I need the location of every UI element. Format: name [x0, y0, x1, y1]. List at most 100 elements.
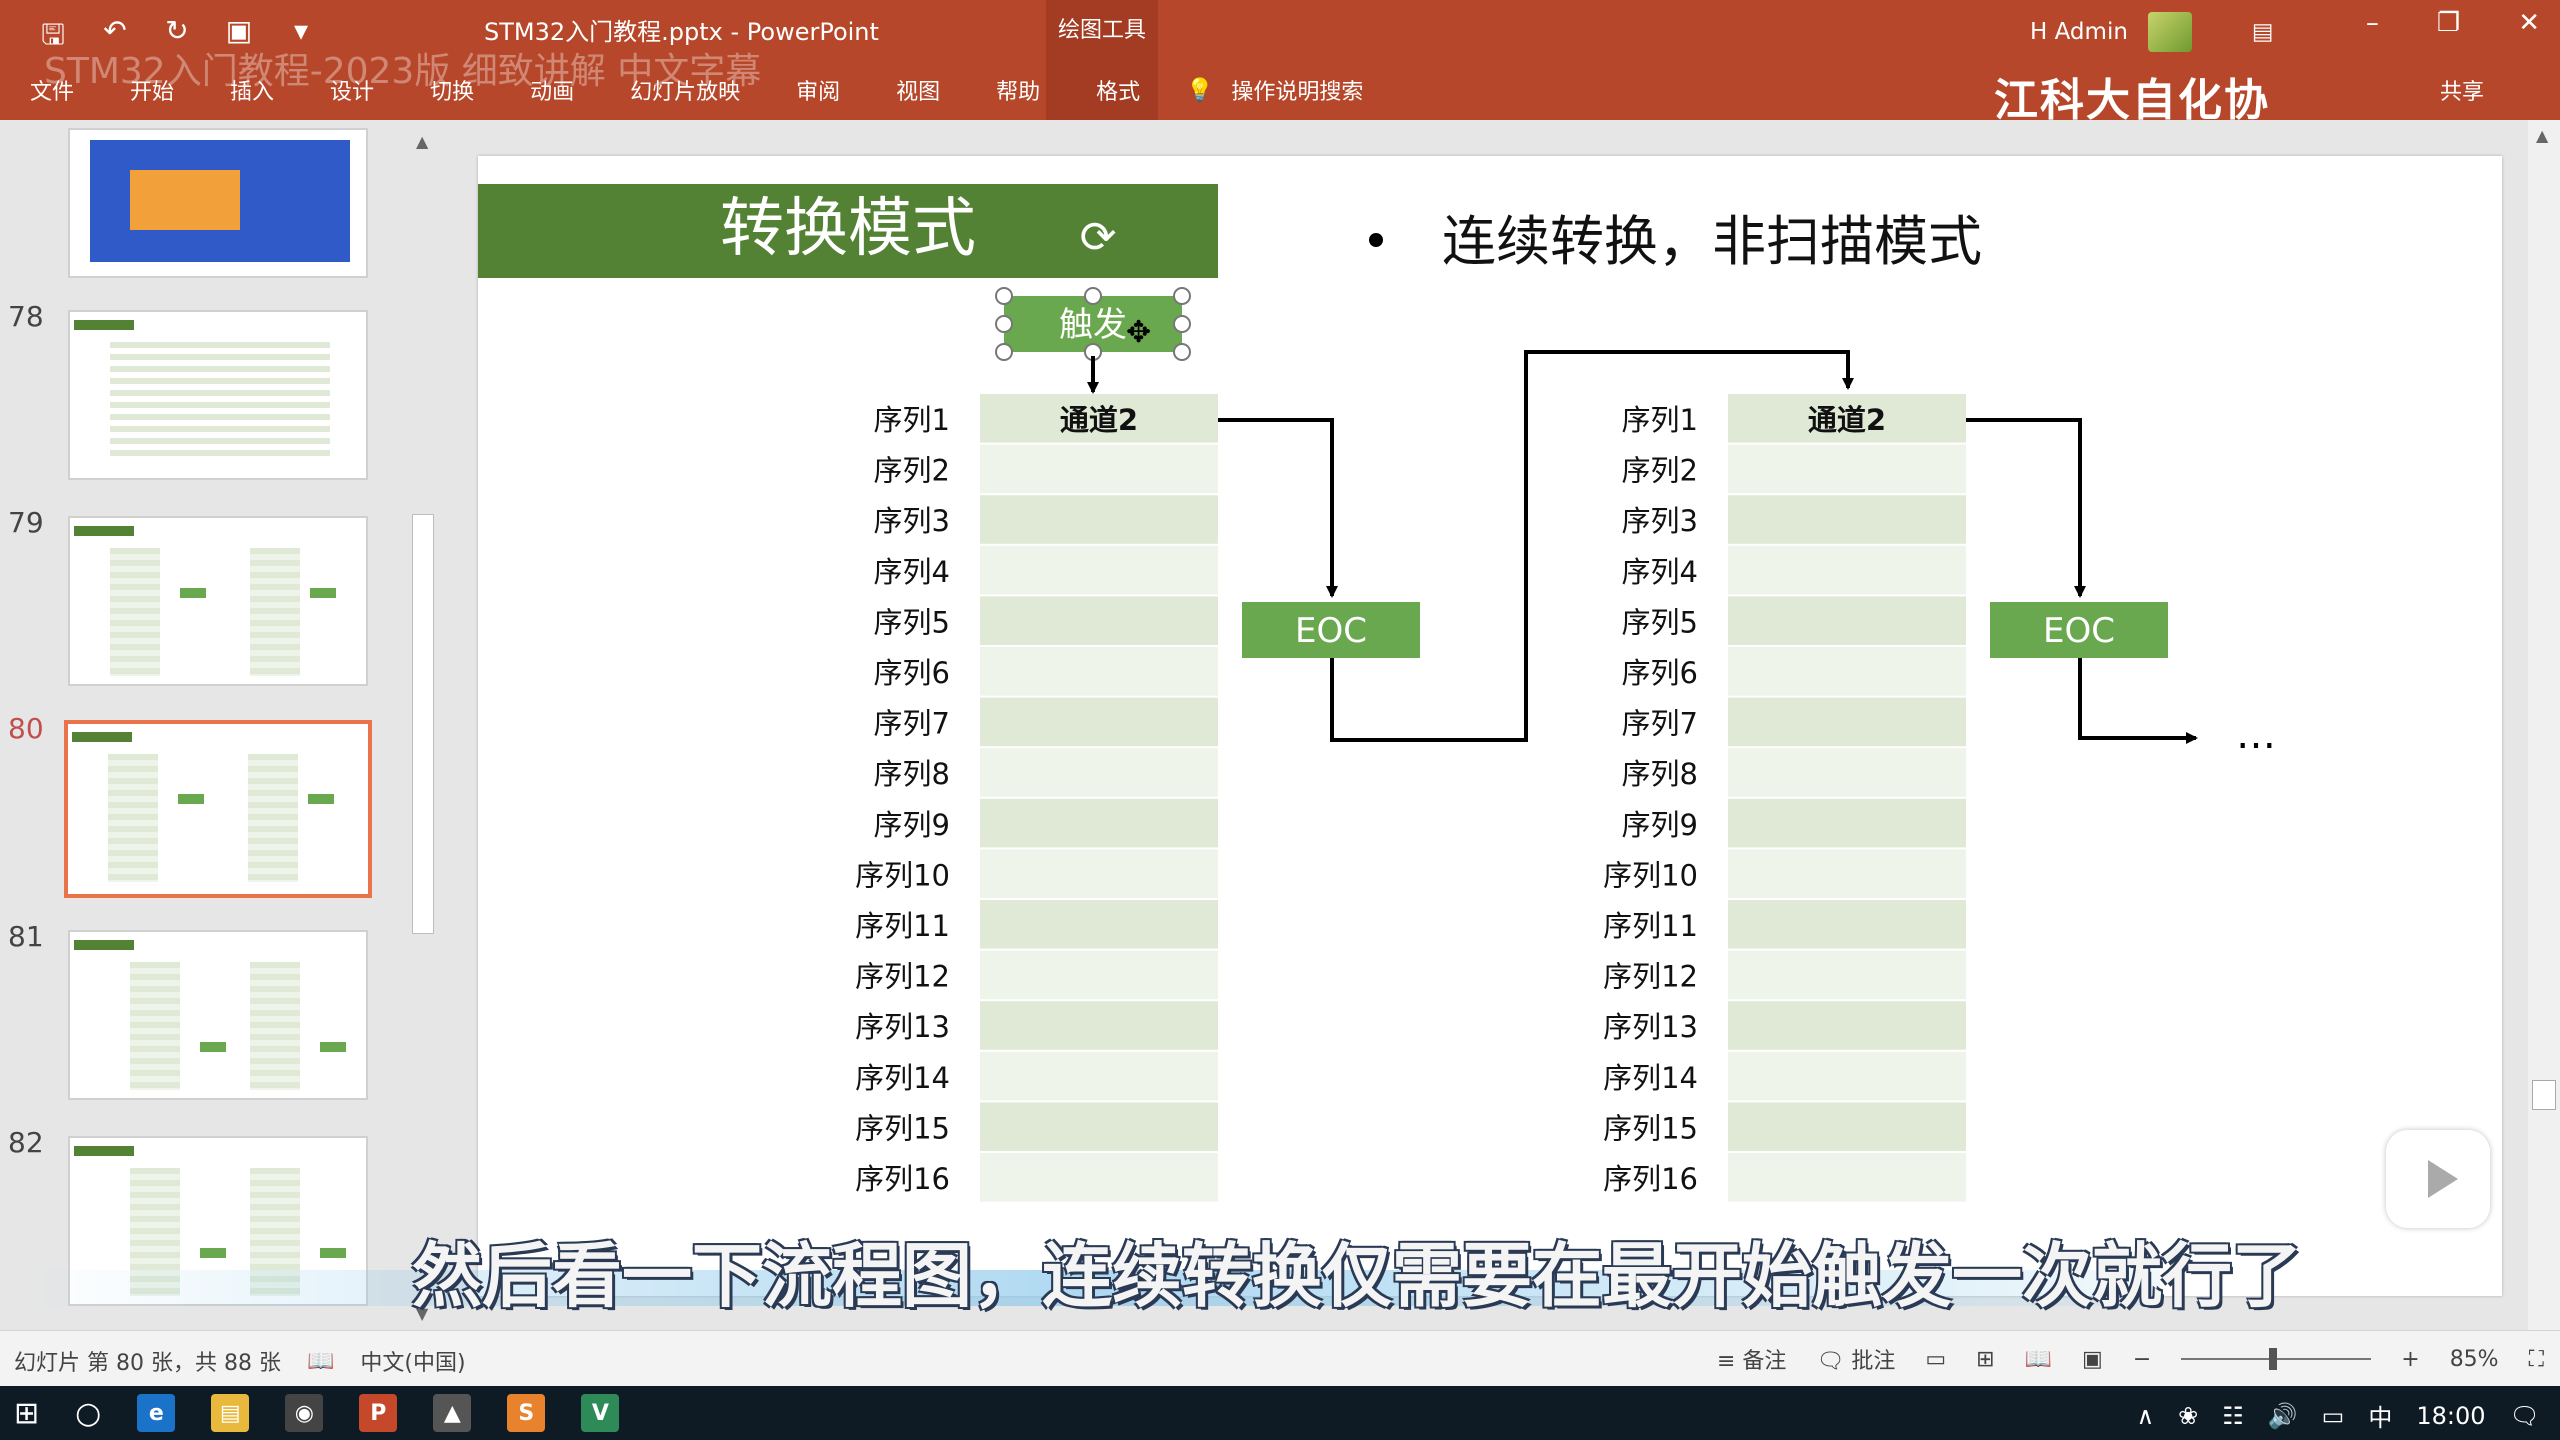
- channel-cell-left[interactable]: [980, 950, 1218, 1000]
- channel-cell-left[interactable]: [980, 647, 1218, 696]
- search-icon[interactable]: ○: [75, 1396, 101, 1431]
- slide-thumbnail-79[interactable]: [68, 516, 368, 686]
- channel-cell-right[interactable]: [1728, 950, 1966, 1000]
- clock[interactable]: 18:00: [2416, 1402, 2485, 1430]
- channel-cell-left[interactable]: [980, 495, 1218, 544]
- channel-cell-right[interactable]: [1728, 495, 1966, 544]
- channel-cell-right[interactable]: [1728, 1102, 1966, 1151]
- slide-canvas[interactable]: 转换模式 ⟳ 连续转换，非扫描模式 触发 ✥ 序列1 通道2 序列2 序列3 序列4 序列…: [478, 156, 2502, 1296]
- ribbon-display-options-icon[interactable]: ▤: [2252, 19, 2274, 45]
- slide-sorter-icon[interactable]: ⊞: [1976, 1347, 1994, 1372]
- channel-cell-right[interactable]: [1728, 444, 1966, 494]
- scrollbar-thumb[interactable]: [412, 514, 434, 934]
- avatar[interactable]: [2147, 12, 2192, 52]
- action-center-icon[interactable]: 🗨: [2510, 1402, 2540, 1430]
- thumbnail-scrollbar[interactable]: ▲ ▼: [410, 124, 436, 1324]
- channel-cell-left[interactable]: [980, 798, 1218, 848]
- tab-help[interactable]: 帮助: [996, 74, 1040, 106]
- tab-home[interactable]: 开始: [130, 74, 174, 106]
- reading-view-icon[interactable]: 📖: [2025, 1347, 2052, 1372]
- sequence-label-left: 序列9: [874, 808, 950, 842]
- tab-format[interactable]: 格式: [1096, 74, 1140, 106]
- sequence-label-left: 序列3: [874, 504, 950, 538]
- sublime-icon[interactable]: S: [507, 1394, 546, 1432]
- video-play-icon[interactable]: [2386, 1130, 2490, 1228]
- close-icon[interactable]: ✕: [2518, 8, 2540, 38]
- channel-cell-left[interactable]: [980, 697, 1218, 747]
- zoom-slider-knob[interactable]: [2269, 1348, 2278, 1370]
- channel-cell-right[interactable]: [1728, 596, 1966, 645]
- language-indicator[interactable]: 中文(中国): [360, 1345, 465, 1377]
- share-button[interactable]: 共享: [2440, 74, 2484, 106]
- tab-insert[interactable]: 插入: [230, 74, 274, 106]
- channel-cell-right[interactable]: [1728, 849, 1966, 898]
- channel-cell-left[interactable]: [980, 748, 1218, 797]
- show-hidden-icons-icon[interactable]: ∧: [2137, 1402, 2155, 1430]
- keil-icon[interactable]: V: [581, 1394, 620, 1432]
- file-explorer-icon[interactable]: ▤: [211, 1394, 250, 1432]
- tab-design[interactable]: 设计: [330, 74, 374, 106]
- slideshow-view-icon[interactable]: ▣: [2082, 1347, 2103, 1372]
- scrollbar-thumb[interactable]: [2532, 1080, 2556, 1110]
- tab-animations[interactable]: 动画: [530, 74, 574, 106]
- volume-icon[interactable]: 🔊: [2268, 1402, 2298, 1430]
- powerpoint-taskbar-icon[interactable]: P: [359, 1394, 398, 1432]
- channel-cell-left[interactable]: [980, 1153, 1218, 1202]
- battery-icon[interactable]: ▭: [2322, 1402, 2345, 1430]
- channel-cell-left[interactable]: [980, 1001, 1218, 1050]
- rotate-handle-icon[interactable]: ⟳: [1080, 212, 1117, 263]
- ime-indicator[interactable]: 中: [2368, 1398, 2392, 1433]
- minimize-icon[interactable]: –: [2366, 8, 2379, 38]
- channel-cell-right[interactable]: [1728, 798, 1966, 848]
- account-area[interactable]: H Admin ▤: [2030, 12, 2274, 52]
- app-tray-icon[interactable]: ❀: [2178, 1402, 2198, 1430]
- slide-thumbnail-77[interactable]: [68, 128, 368, 278]
- spellcheck-icon[interactable]: 📖: [307, 1349, 334, 1374]
- slide-thumbnail-80[interactable]: [64, 720, 372, 898]
- channel-cell-right[interactable]: [1728, 545, 1966, 595]
- channel-cell-right[interactable]: [1728, 1051, 1966, 1101]
- tell-me-search[interactable]: 💡 操作说明搜索: [1186, 74, 1363, 106]
- zoom-slider[interactable]: [2181, 1348, 2372, 1370]
- tab-transitions[interactable]: 切换: [430, 74, 474, 106]
- slide-scrollbar[interactable]: ▲: [2528, 120, 2560, 1330]
- thumbnail-title-bar: [74, 320, 134, 330]
- restore-icon[interactable]: ❐: [2437, 8, 2460, 38]
- photos-icon[interactable]: ▲: [433, 1394, 472, 1432]
- channel-cell-right[interactable]: [1728, 748, 1966, 797]
- channel-cell-left[interactable]: [980, 444, 1218, 494]
- channel-cell-right[interactable]: [1728, 1001, 1966, 1050]
- channel-cell-right[interactable]: [1728, 697, 1966, 747]
- channel-cell-left[interactable]: [980, 545, 1218, 595]
- tab-view[interactable]: 视图: [896, 74, 940, 106]
- channel-cell-right[interactable]: [1728, 647, 1966, 696]
- user-name[interactable]: H Admin: [2030, 19, 2128, 45]
- zoom-in-button[interactable]: +: [2401, 1347, 2419, 1372]
- zoom-out-button[interactable]: −: [2133, 1347, 2151, 1372]
- scroll-up-icon[interactable]: ▲: [2536, 126, 2548, 145]
- channel-cell-left[interactable]: [980, 1051, 1218, 1101]
- channel-cell-left[interactable]: [980, 1102, 1218, 1151]
- channel-cell-right[interactable]: [1728, 900, 1966, 949]
- comments-button[interactable]: 🗨 批注: [1816, 1343, 1895, 1375]
- tab-review[interactable]: 审阅: [796, 74, 840, 106]
- channel-cell-right[interactable]: [1728, 1153, 1966, 1202]
- wifi-icon[interactable]: ☷: [2222, 1402, 2244, 1430]
- notes-button[interactable]: ≡ 备注: [1717, 1343, 1786, 1375]
- camera-app-icon[interactable]: ◉: [285, 1394, 324, 1432]
- fit-to-window-icon[interactable]: ⛶: [2529, 1347, 2544, 1372]
- normal-view-icon[interactable]: ▭: [1925, 1347, 1946, 1372]
- slide-thumbnail-78[interactable]: [68, 310, 368, 480]
- tab-slideshow[interactable]: 幻灯片放映: [630, 74, 740, 106]
- windows-taskbar: ⊞ ○ e ▤ ◉ P ▲ S V ∧ ❀ ☷ 🔊 ▭ 中 18:00 🗨: [0, 1386, 2560, 1440]
- edge-icon[interactable]: e: [137, 1394, 176, 1432]
- zoom-level[interactable]: 85%: [2450, 1347, 2499, 1372]
- tell-me-label[interactable]: 操作说明搜索: [1231, 74, 1363, 106]
- channel-cell-left[interactable]: [980, 849, 1218, 898]
- scroll-up-icon[interactable]: ▲: [416, 132, 428, 151]
- channel-cell-left[interactable]: [980, 900, 1218, 949]
- windows-start-icon[interactable]: ⊞: [14, 1396, 39, 1431]
- slide-thumbnail-81[interactable]: [68, 930, 368, 1100]
- channel-cell-left[interactable]: [980, 596, 1218, 645]
- tab-file[interactable]: 文件: [30, 74, 74, 106]
